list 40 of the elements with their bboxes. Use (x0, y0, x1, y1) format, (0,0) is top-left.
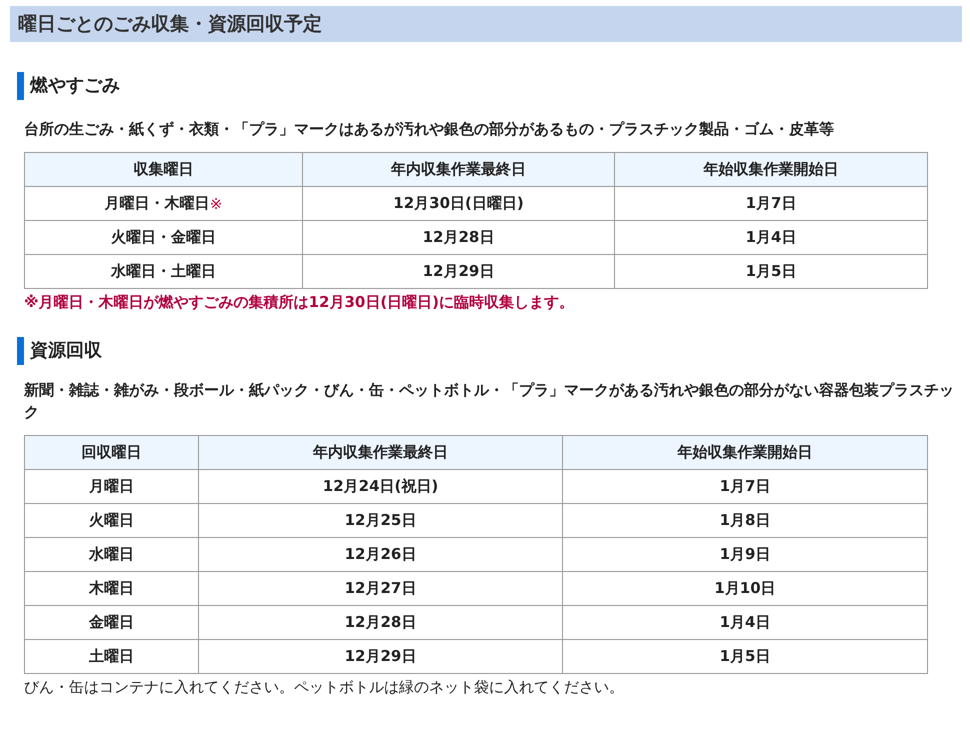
column-header: 年内収集作業最終日 (303, 153, 615, 187)
note-text: びん・缶はコンテナに入れてください。ペットボトルは緑のネット袋に入れてください。 (24, 677, 625, 698)
table-cell: 火曜日・金曜日 (25, 221, 303, 255)
table-cell: 12月27日 (199, 572, 563, 606)
table-cell: 1月8日 (563, 504, 928, 538)
table-cell: 金曜日 (25, 606, 199, 640)
table-cell: 12月25日 (199, 504, 563, 538)
table-cell: 木曜日 (25, 572, 199, 606)
table-cell: 12月26日 (199, 538, 563, 572)
page-title: 曜日ごとのごみ収集・資源回収予定 (10, 6, 962, 42)
column-header: 回収曜日 (25, 436, 199, 470)
section-heading: 燃やすごみ (17, 72, 962, 100)
table-cell: 12月30日(日曜日) (303, 187, 615, 221)
table-cell: 1月7日 (563, 470, 928, 504)
section-heading: 資源回収 (17, 337, 962, 365)
table-cell: 火曜日 (25, 504, 199, 538)
table-cell: 月曜日・木曜日※ (25, 187, 303, 221)
table-cell: 12月28日 (199, 606, 563, 640)
table-cell: 水曜日・土曜日 (25, 255, 303, 289)
table-cell: 1月4日 (563, 606, 928, 640)
table-cell: 12月29日 (199, 640, 563, 674)
section-description: 新聞・雑誌・雑がみ・段ボール・紙パック・びん・缶・ペットボトル・「プラ」マークがある汚れや銀色の部分がない容器包装プラスチック (24, 380, 954, 423)
table-cell: 月曜日 (25, 470, 199, 504)
table-cell: 1月4日 (615, 221, 928, 255)
table-cell: 水曜日 (25, 538, 199, 572)
table-cell: 12月29日 (303, 255, 615, 289)
table-cell: 1月9日 (563, 538, 928, 572)
column-header: 年始収集作業開始日 (615, 153, 928, 187)
table-cell: 1月5日 (563, 640, 928, 674)
table-cell: 12月28日 (303, 221, 615, 255)
table-cell: 土曜日 (25, 640, 199, 674)
section-description: 台所の生ごみ・紙くず・衣類・「プラ」マークはあるが汚れや銀色の部分があるもの・プラスチック製品・ゴム・皮革等 (24, 119, 835, 140)
column-header: 収集曜日 (25, 153, 303, 187)
column-header: 年内収集作業最終日 (199, 436, 563, 470)
column-header: 年始収集作業開始日 (563, 436, 928, 470)
table-cell: 1月7日 (615, 187, 928, 221)
table-cell: 12月24日(祝日) (199, 470, 563, 504)
note-text: ※月曜日・木曜日が燃やすごみの集積所は12月30日(日曜日)に臨時収集します。 (24, 292, 576, 313)
table-cell: 1月10日 (563, 572, 928, 606)
table-cell: 1月5日 (615, 255, 928, 289)
